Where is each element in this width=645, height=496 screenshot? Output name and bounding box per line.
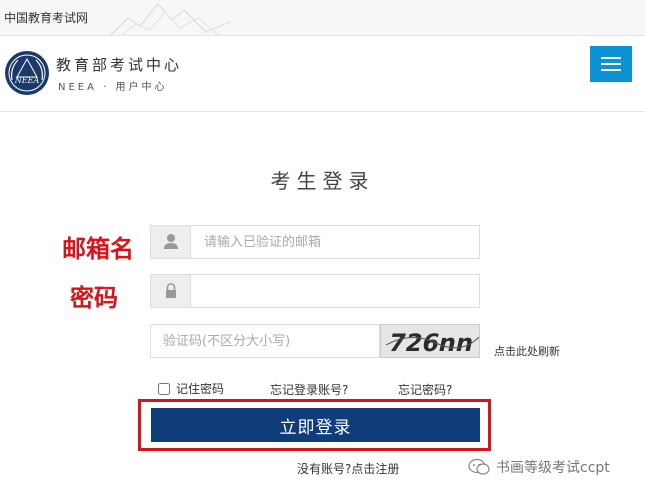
annotation-password: 密码 (70, 284, 118, 312)
remember-checkbox[interactable] (158, 382, 170, 395)
email-input[interactable] (192, 226, 478, 258)
captcha-refresh-link[interactable]: 点击此处刷新 (494, 343, 560, 359)
hamburger-menu-icon (601, 57, 621, 59)
org-subtitle: NEEA · 用户中心 (58, 82, 168, 93)
logo-text: NEEA (14, 76, 40, 85)
login-button[interactable]: 立即登录 (151, 408, 480, 442)
hamburger-menu-button[interactable] (590, 46, 632, 82)
user-icon (164, 234, 178, 249)
email-addon (151, 226, 191, 258)
header: NEEA 教育部考试中心 NEEA · 用户中心 (0, 36, 645, 112)
annotation-email: 邮箱名 (62, 235, 134, 263)
remember-label: 记住密码 (176, 382, 225, 396)
captcha-image[interactable]: 726nn (380, 324, 480, 358)
watermark-text: 书画等级考试ccpt (496, 460, 610, 476)
captcha-input[interactable] (151, 325, 379, 357)
top-strip: 中国教育考试网 (0, 0, 645, 36)
page-title: 考生登录 (270, 169, 375, 193)
org-name: 教育部考试中心 (56, 56, 183, 74)
neea-logo: NEEA (5, 51, 49, 95)
captcha-field (150, 324, 380, 358)
lock-icon (166, 283, 176, 298)
mountain-decoration (110, 3, 230, 36)
password-input[interactable] (192, 275, 478, 307)
email-field (150, 225, 480, 259)
password-field (150, 274, 480, 308)
register-link[interactable]: 没有账号?点击注册 (297, 460, 399, 477)
captcha-graphic: 726nn (381, 325, 479, 357)
password-addon (151, 275, 191, 307)
site-link[interactable]: 中国教育考试网 (4, 9, 88, 26)
remember-password[interactable]: 记住密码 (158, 380, 224, 397)
captcha-text: 726nn (386, 328, 476, 357)
forgot-password-link[interactable]: 忘记密码? (398, 381, 452, 398)
wechat-icon (468, 458, 490, 475)
watermark: 书画等级考试ccpt (468, 457, 610, 477)
forgot-account-link[interactable]: 忘记登录账号? (270, 381, 348, 398)
